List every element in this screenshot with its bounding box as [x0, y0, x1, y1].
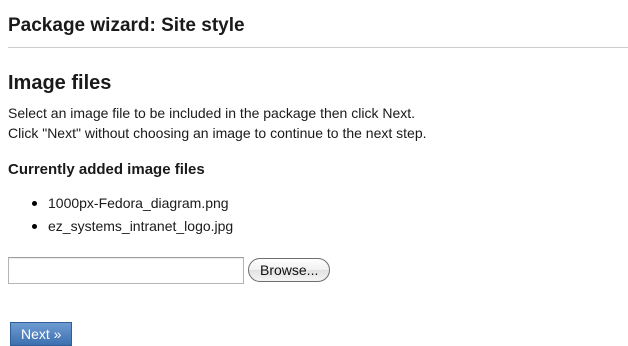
list-item: 1000px-Fedora_diagram.png — [32, 192, 620, 215]
upload-row: Browse... — [8, 254, 620, 286]
instruction-line-2: Click "Next" without choosing an image t… — [8, 125, 427, 141]
next-button[interactable]: Next » — [10, 322, 73, 346]
added-files-list: 1000px-Fedora_diagram.png ez_systems_int… — [8, 192, 620, 238]
browse-button[interactable]: Browse... — [248, 258, 331, 282]
added-files-title: Currently added image files — [8, 161, 205, 178]
instructions: Select an image file to be included in t… — [8, 103, 620, 143]
section-title: Image files — [8, 72, 112, 94]
file-path-input[interactable] — [8, 256, 244, 284]
file-name: 1000px-Fedora_diagram.png — [48, 195, 229, 211]
file-name: ez_systems_intranet_logo.jpg — [48, 218, 234, 234]
page-title: Package wizard: Site style — [8, 15, 245, 36]
package-wizard-page: Package wizard: Site style Image files S… — [0, 0, 628, 286]
title-divider — [8, 47, 628, 48]
bullet-icon — [32, 201, 37, 206]
list-item: ez_systems_intranet_logo.jpg — [32, 215, 620, 238]
instruction-line-1: Select an image file to be included in t… — [8, 105, 416, 121]
bullet-icon — [32, 224, 37, 229]
